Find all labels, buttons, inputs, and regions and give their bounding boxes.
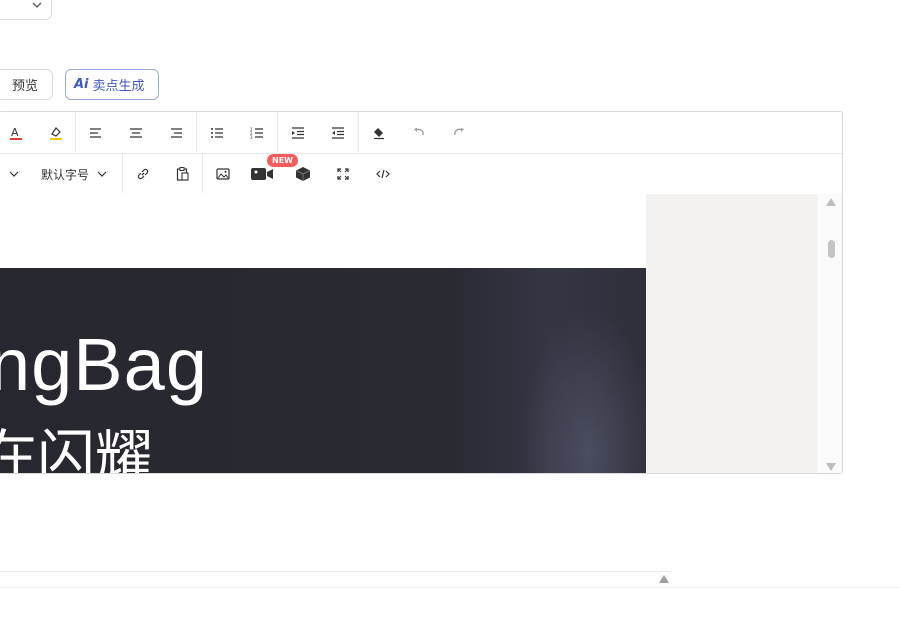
highlight-color-icon[interactable] [45, 122, 67, 144]
align-center-icon[interactable] [125, 122, 147, 144]
indent-increase-icon[interactable] [287, 122, 309, 144]
banner-title: ngBag [0, 323, 208, 406]
clear-format-icon[interactable] [368, 122, 390, 144]
ai-icon: Ai [74, 77, 89, 92]
toolbar-row-2: 默认字号 NEW [0, 153, 842, 195]
3d-model-icon[interactable] [292, 163, 314, 185]
product-banner-image: ngBag 在闪耀 [0, 268, 646, 474]
divider [0, 587, 900, 588]
undo-icon[interactable] [408, 122, 430, 144]
paste-icon[interactable] [172, 163, 194, 185]
banner-subtitle: 在闪耀 [0, 423, 154, 474]
side-panel [646, 194, 818, 473]
font-color-icon[interactable]: A [5, 122, 27, 144]
editor-scrollbar[interactable] [819, 194, 842, 473]
divider [0, 571, 672, 572]
link-icon[interactable] [132, 163, 154, 185]
svg-text:A: A [11, 126, 19, 139]
scroll-down-arrow-icon[interactable] [826, 463, 836, 471]
numbered-list-icon[interactable]: 123 [246, 122, 268, 144]
editor-content[interactable]: ngBag 在闪耀 [0, 194, 842, 474]
bullet-list-icon[interactable] [206, 122, 228, 144]
preview-button[interactable]: 预览 [0, 69, 53, 100]
ai-button-label: 卖点生成 [92, 79, 145, 94]
fullscreen-icon[interactable] [332, 163, 354, 185]
top-select[interactable] [0, 0, 52, 20]
scroll-up-arrow-icon[interactable] [659, 575, 669, 583]
chevron-down-icon [97, 171, 107, 177]
preview-button-label: 预览 [11, 79, 38, 94]
font-size-label: 默认字号 [41, 167, 90, 182]
indent-decrease-icon[interactable] [327, 122, 349, 144]
redo-icon[interactable] [448, 122, 470, 144]
ai-selling-point-button[interactable]: Ai 卖点生成 [65, 69, 159, 100]
font-size-select[interactable]: 默认字号 [41, 163, 107, 185]
scroll-up-arrow-icon[interactable] [826, 198, 836, 206]
scroll-thumb[interactable] [828, 240, 835, 258]
svg-text:3: 3 [250, 135, 253, 139]
source-code-icon[interactable] [372, 163, 394, 185]
chevron-down-icon[interactable] [3, 163, 25, 185]
rich-text-editor: A 123 默认字号 NEW ngBag 闪耀 [0, 111, 843, 474]
align-left-icon[interactable] [85, 122, 107, 144]
image-icon[interactable] [212, 163, 234, 185]
chevron-down-icon [32, 2, 42, 8]
toolbar-row-1: A 123 [0, 112, 842, 154]
align-right-icon[interactable] [165, 122, 187, 144]
